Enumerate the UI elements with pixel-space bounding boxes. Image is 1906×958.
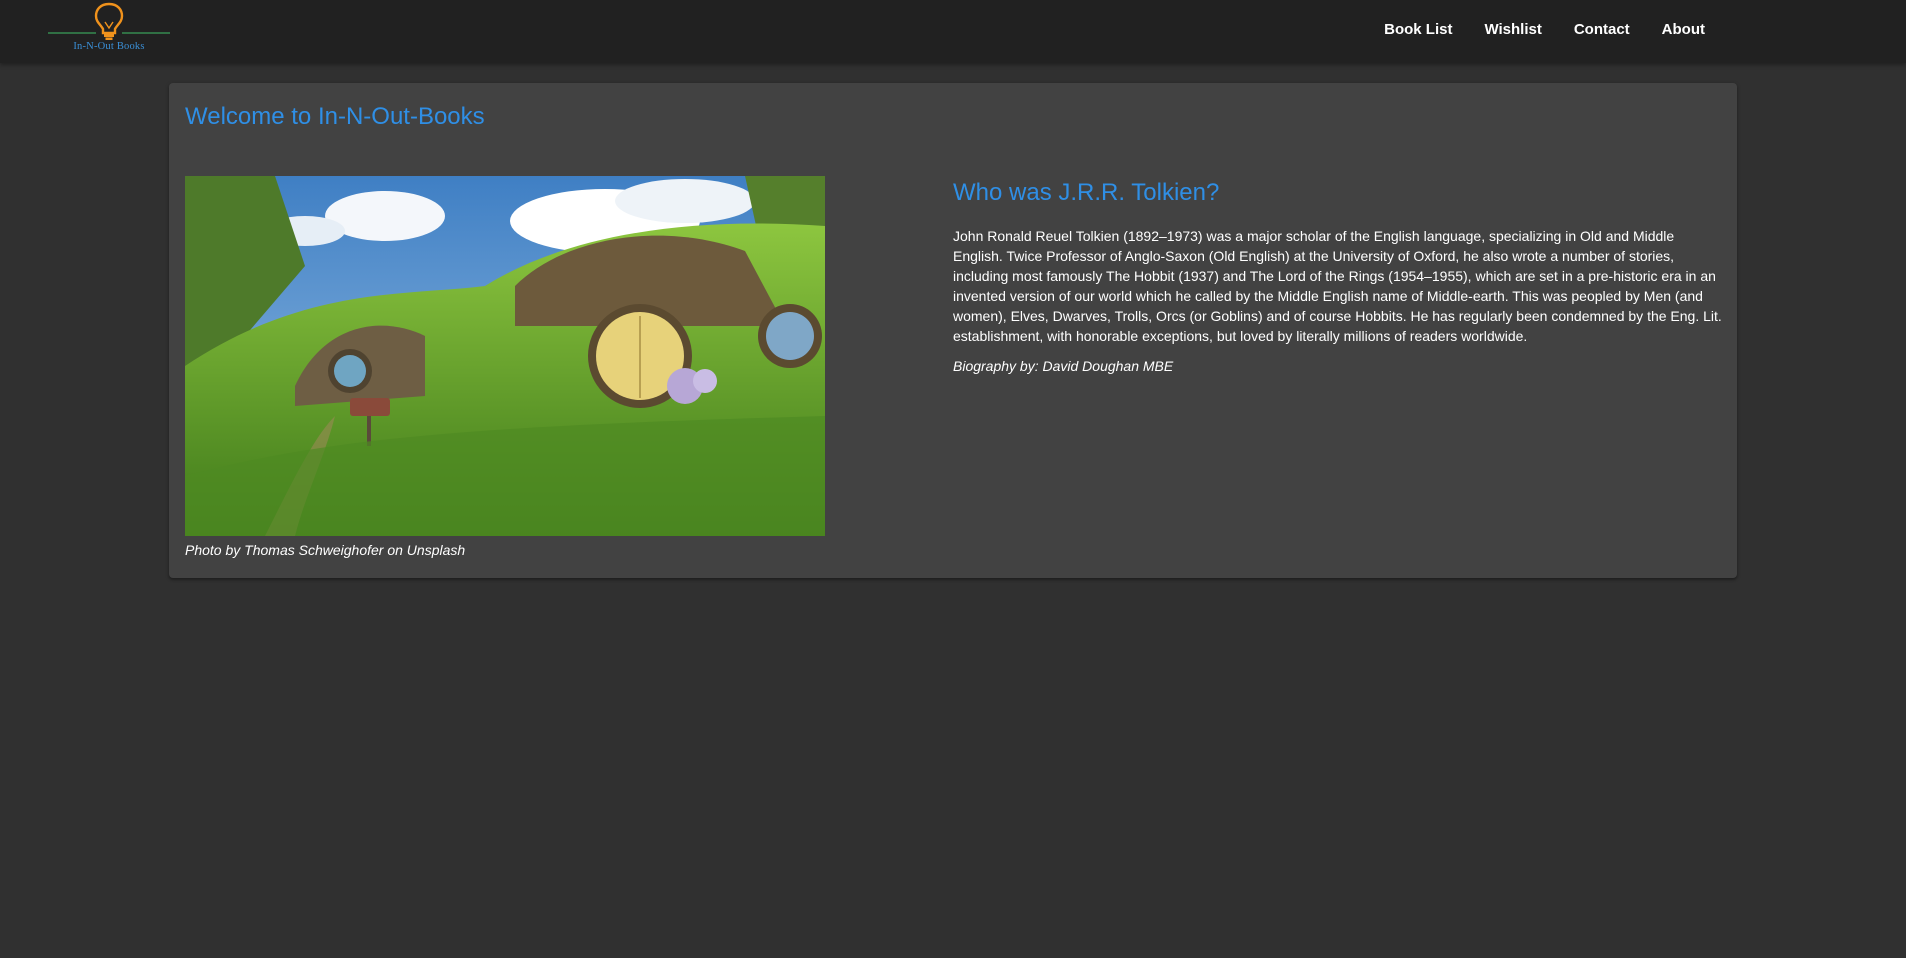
- author-bio: Who was J.R.R. Tolkien? John Ronald Reue…: [953, 175, 1725, 374]
- welcome-card: Welcome to In-N-Out-Books Photo by Thoma…: [169, 83, 1737, 578]
- page-title: Welcome to In-N-Out-Books: [185, 103, 485, 130]
- lightbulb-icon: [48, 2, 170, 40]
- bio-title: Who was J.R.R. Tolkien?: [953, 179, 1220, 206]
- photo-caption: Photo by Thomas Schweighofer on Unsplash: [185, 542, 466, 558]
- hobbit-hole-photo: [185, 176, 825, 536]
- bio-credit: Biography by: David Doughan MBE: [953, 358, 1174, 374]
- top-toolbar: In-N-Out Books Book List Wishlist Contac…: [0, 0, 1906, 63]
- nav-book-list[interactable]: Book List: [1368, 0, 1468, 60]
- bio-text: John Ronald Reuel Tolkien (1892–1973) wa…: [953, 228, 1722, 344]
- nav-contact[interactable]: Contact: [1558, 0, 1646, 60]
- main-nav: Book List Wishlist Contact About: [1368, 0, 1721, 60]
- logo-text: In-N-Out Books: [73, 41, 145, 52]
- nav-wishlist[interactable]: Wishlist: [1468, 0, 1557, 60]
- nav-about[interactable]: About: [1646, 0, 1721, 60]
- site-logo[interactable]: In-N-Out Books: [46, 0, 172, 56]
